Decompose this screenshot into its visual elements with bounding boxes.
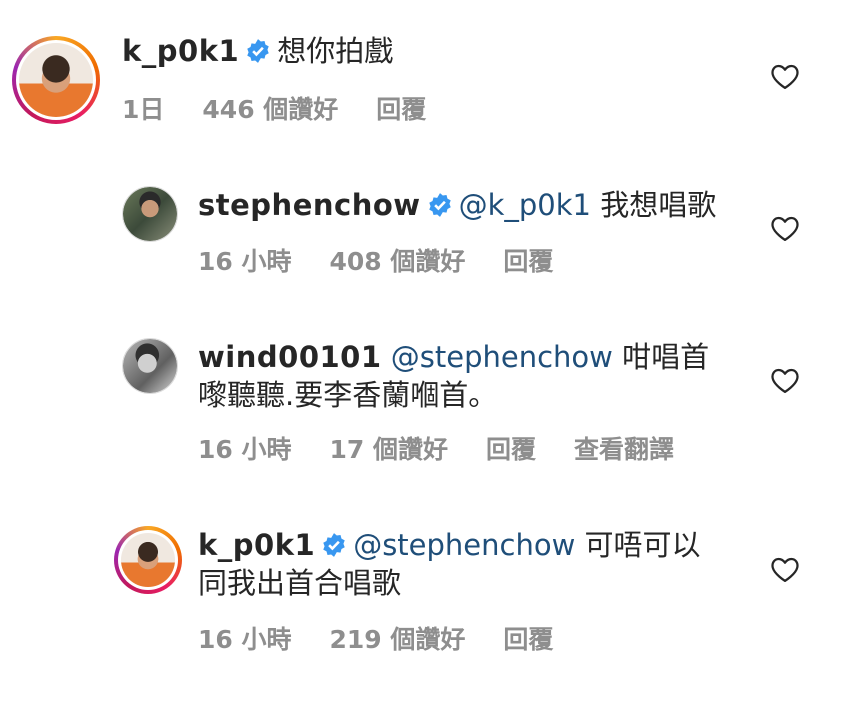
comment-meta: 1日 446 個讚好 回覆 <box>122 90 464 126</box>
mention-link[interactable]: @stephenchow <box>353 528 575 562</box>
heart-outline-icon[interactable] <box>770 366 800 394</box>
heart-outline-icon[interactable] <box>770 62 800 90</box>
comment-body-line1: 咁唱首 <box>622 340 710 374</box>
mention-link[interactable]: @k_p0k1 <box>459 188 591 222</box>
avatar-image <box>123 187 177 241</box>
verified-badge-icon <box>323 533 345 557</box>
verified-badge-icon <box>247 39 269 63</box>
reply-button[interactable]: 回覆 <box>503 625 553 654</box>
comment-body: 想你拍戲 <box>277 34 394 68</box>
comment-body-line2: 同我出首合唱歌 <box>198 566 402 600</box>
like-count[interactable]: 408 個讚好 <box>330 247 466 276</box>
timestamp: 1日 <box>122 95 165 124</box>
comment-body-line1: 可唔可以 <box>584 528 701 562</box>
heart-outline-icon[interactable] <box>770 555 800 583</box>
timestamp: 16 小時 <box>198 625 292 654</box>
avatar-image <box>19 43 93 117</box>
avatar[interactable] <box>122 186 178 242</box>
timestamp: 16 小時 <box>198 435 292 464</box>
comment-text: wind00101 @stephenchow 咁唱首嚟聽聽.要李香蘭嗰首。 <box>198 338 709 414</box>
username[interactable]: stephenchow <box>198 188 421 222</box>
like-count[interactable]: 17 個讚好 <box>330 435 449 464</box>
username[interactable]: k_p0k1 <box>198 528 315 562</box>
username[interactable]: k_p0k1 <box>122 34 239 68</box>
comment-text: k_p0k1 @stephenchow 可唔可以同我出首合唱歌 <box>198 526 701 602</box>
mention-link[interactable]: @stephenchow <box>391 340 613 374</box>
like-count[interactable]: 219 個讚好 <box>330 625 466 654</box>
comment-meta: 16 小時 17 個讚好 回覆 查看翻譯 <box>198 430 712 466</box>
heart-outline-icon[interactable] <box>770 214 800 242</box>
see-translation-button[interactable]: 查看翻譯 <box>574 435 674 464</box>
avatar[interactable] <box>114 526 182 594</box>
avatar-image <box>121 533 175 587</box>
comment-body: 我想唱歌 <box>600 188 717 222</box>
reply-button[interactable]: 回覆 <box>486 435 536 464</box>
verified-badge-icon <box>428 193 451 217</box>
comment-meta: 16 小時 408 個讚好 回覆 <box>198 242 591 278</box>
reply-button[interactable]: 回覆 <box>503 247 553 276</box>
avatar-image <box>123 339 177 393</box>
comment-body-line2: 嚟聽聽.要李香蘭嗰首。 <box>198 378 498 412</box>
comment-text: stephenchow @k_p0k1 我想唱歌 <box>198 186 716 224</box>
reply-button[interactable]: 回覆 <box>376 95 426 124</box>
comment-text: k_p0k1 想你拍戲 <box>122 32 393 70</box>
like-count[interactable]: 446 個讚好 <box>202 95 338 124</box>
avatar[interactable] <box>122 338 178 394</box>
username[interactable]: wind00101 <box>198 340 382 374</box>
comment-meta: 16 小時 219 個讚好 回覆 <box>198 620 591 656</box>
timestamp: 16 小時 <box>198 247 292 276</box>
avatar[interactable] <box>12 36 100 124</box>
